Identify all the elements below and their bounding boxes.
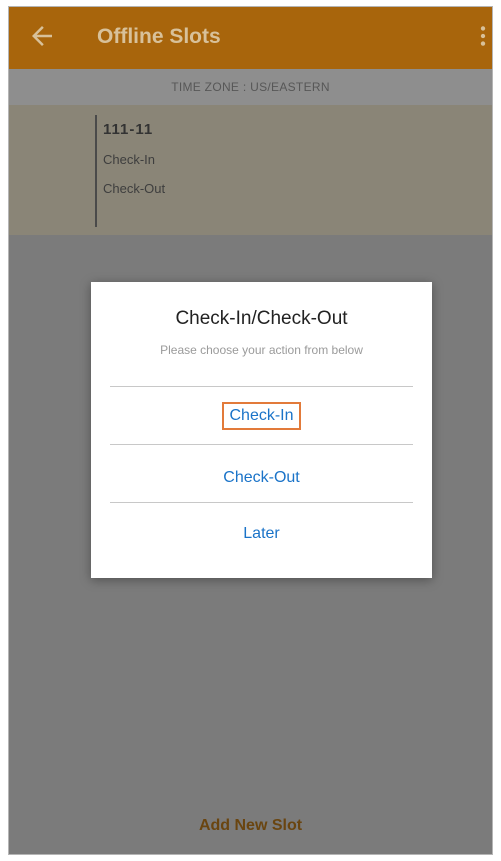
slot-id: 111-11: [103, 121, 154, 138]
check-out-button[interactable]: Check-Out: [91, 466, 432, 490]
later-button[interactable]: Later: [91, 522, 432, 546]
slot-check-out: Check-Out: [103, 181, 166, 196]
slot-item[interactable]: 111-11 Check-In Check-Out: [95, 115, 165, 227]
back-arrow-icon[interactable]: [27, 21, 57, 51]
add-new-slot-button[interactable]: Add New Slot: [199, 817, 302, 835]
dialog-title: Check-In/Check-Out: [175, 308, 348, 329]
app-bar: Offline Slots: [9, 7, 492, 69]
timezone-label: TIME ZONE : US/EASTERN: [171, 80, 330, 94]
slot-list-area: [9, 105, 492, 235]
dialog-subtitle: Please choose your action from below: [160, 343, 363, 357]
dialog-divider: [110, 444, 413, 445]
app-title: Offline Slots: [97, 25, 221, 48]
later-label: Later: [243, 525, 280, 542]
check-in-out-dialog: Check-In/Check-Out Please choose your ac…: [91, 282, 432, 578]
dialog-divider: [110, 386, 413, 387]
bottom-bar: Add New Slot: [9, 768, 492, 854]
more-vert-icon[interactable]: [478, 23, 488, 49]
check-out-label: Check-Out: [223, 469, 300, 486]
timezone-bar: TIME ZONE : US/EASTERN: [9, 69, 492, 105]
check-in-button[interactable]: Check-In: [91, 402, 432, 430]
dialog-divider: [110, 502, 413, 503]
check-in-label: Check-In: [222, 402, 301, 430]
slot-check-in: Check-In: [103, 152, 156, 167]
